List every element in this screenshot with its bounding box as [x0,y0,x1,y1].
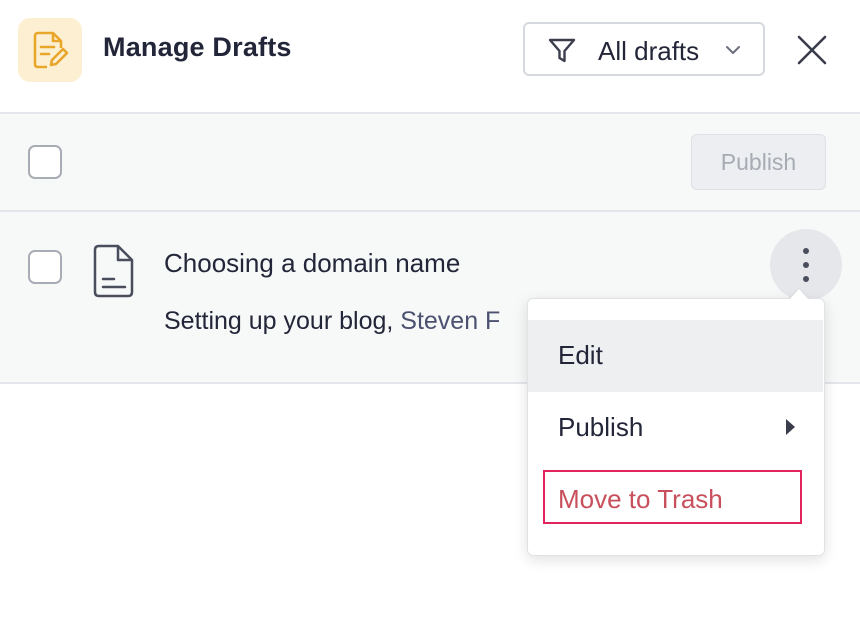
context-menu: Edit Publish Move to Trash [527,298,825,556]
menu-item-edit[interactable]: Edit [528,320,823,392]
filter-icon [548,38,576,63]
draft-meta: Setting up your blog, Steven F [164,307,500,336]
page-title: Manage Drafts [103,32,292,62]
close-button[interactable] [790,28,834,72]
draft-checkbox[interactable] [28,250,62,284]
publish-button[interactable]: Publish [691,134,826,190]
bulk-actions-toolbar: Publish [0,114,860,212]
menu-pointer-inner [789,289,809,300]
draft-title[interactable]: Choosing a domain name [164,248,460,279]
menu-item-label: Publish [558,412,644,442]
menu-item-publish[interactable]: Publish [528,392,823,464]
highlight-box [543,470,802,524]
document-edit-icon [33,31,69,69]
header: Manage Drafts All drafts [0,0,860,114]
draft-category: Setting up your blog, [164,307,394,335]
filter-label: All drafts [598,36,700,66]
drafts-app-icon [18,18,82,82]
menu-item-label: Edit [558,340,603,370]
chevron-down-icon [726,46,740,54]
filter-dropdown[interactable]: All drafts [523,22,765,76]
select-all-checkbox[interactable] [28,145,62,179]
document-icon [93,244,134,298]
draft-author: Steven F [400,307,501,335]
submenu-arrow-icon [786,419,795,435]
close-icon [797,35,827,65]
